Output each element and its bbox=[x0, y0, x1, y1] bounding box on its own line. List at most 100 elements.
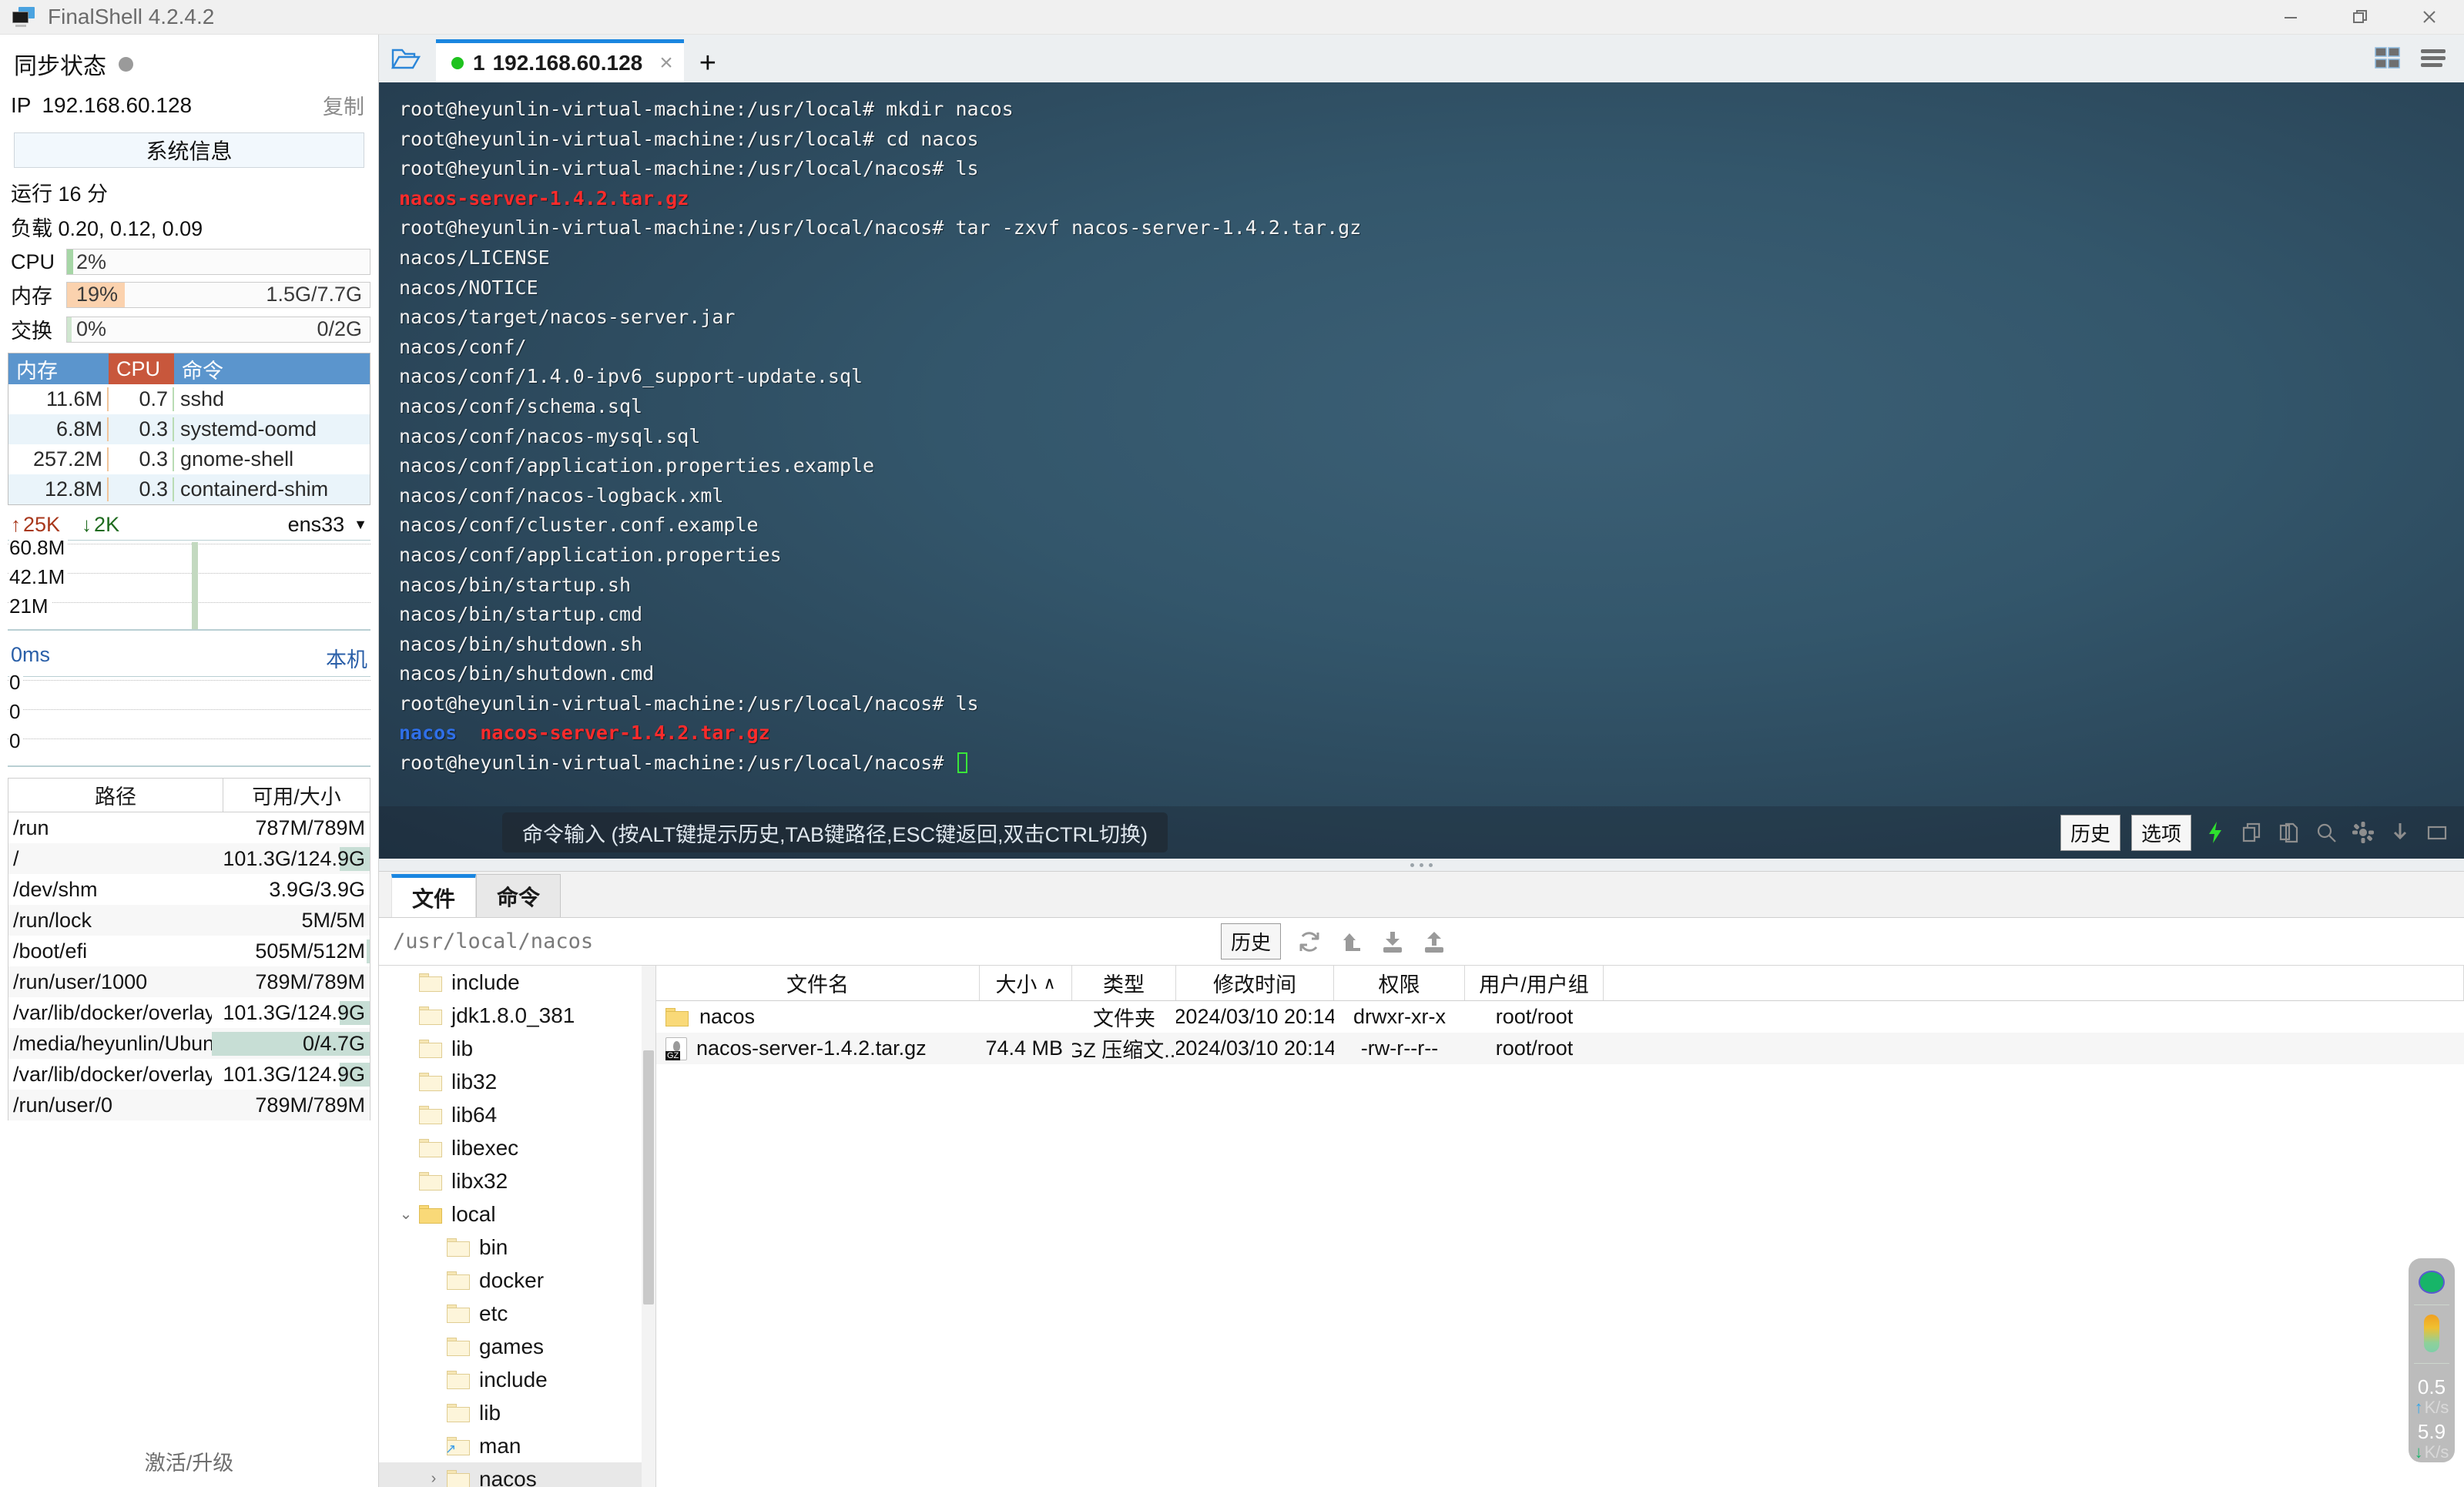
file-row[interactable]: nacos-server-1.4.2.tar.gz74.4 MB GZ 压缩文..… bbox=[656, 1033, 2464, 1064]
upload-file-icon[interactable] bbox=[1421, 929, 1447, 955]
refresh-icon[interactable] bbox=[1296, 929, 1323, 955]
terminal-options-button[interactable]: 选项 bbox=[2130, 814, 2191, 851]
tree-item-docker[interactable]: docker bbox=[379, 1264, 655, 1297]
tree-item-lib[interactable]: lib bbox=[379, 1396, 655, 1429]
terminal-output[interactable]: root@heyunlin-virtual-machine:/usr/local… bbox=[379, 82, 2464, 859]
lightning-icon[interactable] bbox=[2202, 819, 2228, 846]
disk-col-size[interactable]: 可用/大小 bbox=[223, 779, 370, 812]
system-info-button[interactable]: 系统信息 bbox=[14, 132, 364, 168]
tree-item-include[interactable]: include bbox=[379, 966, 655, 999]
search-icon[interactable] bbox=[2313, 819, 2339, 846]
parent-directory-icon[interactable] bbox=[1338, 929, 1364, 955]
meter-amount: 1.5G/7.7G bbox=[266, 283, 362, 306]
chevron-icon[interactable]: › bbox=[421, 1470, 447, 1487]
floating-status-widget[interactable]: 0.5 ↑ K/s 5.9 ↓ K/s bbox=[2409, 1258, 2455, 1462]
panel-splitter[interactable] bbox=[379, 859, 2464, 871]
process-col-cpu[interactable]: CPU bbox=[109, 353, 174, 384]
tree-scrollbar[interactable] bbox=[642, 966, 655, 1487]
command-input[interactable]: 命令输入 (按ALT键提示历史,TAB键路径,ESC键返回,双击CTRL切换) bbox=[502, 812, 1168, 852]
copy-ip-button[interactable]: 复制 bbox=[323, 90, 364, 120]
load-average-label: 负载 0.20, 0.12, 0.09 bbox=[11, 217, 203, 240]
process-row[interactable]: 257.2M 0.3 gnome-shell bbox=[8, 444, 370, 474]
ping-host[interactable]: 本机 bbox=[326, 643, 367, 673]
ping-ylabel-1: 0 bbox=[9, 700, 24, 724]
file-col-size[interactable]: 大小 ∧ bbox=[980, 966, 1072, 1000]
disk-row[interactable]: /run/user/0 789M/789M bbox=[8, 1090, 370, 1120]
current-path[interactable]: /usr/local/nacos bbox=[393, 929, 593, 953]
terminal-tab[interactable]: 1 192.168.60.128 × bbox=[436, 39, 684, 82]
file-row[interactable]: nacos 文件夹 2024/03/10 20:14 drwxr-xr-x root/r… bbox=[656, 1001, 2464, 1033]
tree-item-man[interactable]: ↗ man bbox=[379, 1429, 655, 1462]
folder-icon bbox=[447, 1403, 470, 1422]
tree-item-include[interactable]: include bbox=[379, 1363, 655, 1396]
process-col-mem[interactable]: 内存 bbox=[8, 353, 109, 384]
tree-item-lib64[interactable]: lib64 bbox=[379, 1098, 655, 1131]
restore-icon[interactable] bbox=[2325, 0, 2395, 35]
process-table: 内存 CPU 命令 11.6M 0.7 sshd 6.8M 0.3 systemd-oom… bbox=[8, 353, 370, 505]
terminal-line: root@heyunlin-virtual-machine:/usr/local… bbox=[399, 127, 979, 150]
process-col-cmd[interactable]: 命令 bbox=[174, 353, 370, 384]
tab-commands[interactable]: 命令 bbox=[476, 874, 562, 917]
close-icon[interactable] bbox=[2395, 0, 2464, 35]
chevron-icon[interactable]: ⌄ bbox=[393, 1204, 419, 1224]
minimize-button[interactable] bbox=[2256, 0, 2325, 35]
disk-row[interactable]: /run 787M/789M bbox=[8, 812, 370, 843]
tree-item-label: local bbox=[451, 1201, 496, 1226]
tree-item-lib32[interactable]: lib32 bbox=[379, 1065, 655, 1098]
tree-item-label: libx32 bbox=[451, 1168, 508, 1193]
terminal-line: nacos nacos-server-1.4.2.tar.gz bbox=[399, 722, 770, 745]
tree-item-etc[interactable]: etc bbox=[379, 1297, 655, 1330]
activate-upgrade-link[interactable]: 激活/升级 bbox=[0, 1446, 378, 1476]
disk-path: /var/lib/docker/overlay... bbox=[13, 1062, 212, 1086]
disk-col-path[interactable]: 路径 bbox=[8, 779, 223, 812]
disk-row[interactable]: /run/user/1000 789M/789M bbox=[8, 966, 370, 997]
tree-item-libexec[interactable]: libexec bbox=[379, 1131, 655, 1164]
tree-item-lib[interactable]: lib bbox=[379, 1032, 655, 1065]
open-folder-icon[interactable] bbox=[379, 35, 433, 82]
close-tab-icon[interactable]: × bbox=[659, 50, 673, 76]
directory-tree[interactable]: include jdk1.8.0_381 lib lib32 lib64 libexec l… bbox=[379, 966, 656, 1487]
meter-label: 内存 bbox=[11, 285, 52, 308]
disk-row[interactable]: /boot/efi 505M/512M bbox=[8, 936, 370, 966]
download-file-icon[interactable] bbox=[1380, 929, 1406, 955]
menu-icon[interactable] bbox=[2419, 46, 2447, 75]
gear-icon[interactable] bbox=[2350, 819, 2376, 846]
copy-icon[interactable] bbox=[2239, 819, 2265, 846]
tree-item-label: games bbox=[479, 1334, 545, 1358]
disk-row[interactable]: /var/lib/docker/overlay... 101.3G/124.9G bbox=[8, 1059, 370, 1090]
file-col-type[interactable]: 类型 bbox=[1072, 966, 1176, 1000]
title-bar: FinalShell 4.2.4.2 bbox=[0, 0, 2464, 35]
disk-row[interactable]: / 101.3G/124.9G bbox=[8, 843, 370, 874]
network-interface-selector[interactable]: ens33 ▼ bbox=[288, 513, 367, 537]
paste-icon[interactable] bbox=[2276, 819, 2302, 846]
disk-path: /dev/shm bbox=[13, 877, 98, 901]
file-col-mtime[interactable]: 修改时间 bbox=[1176, 966, 1334, 1000]
tree-item-nacos[interactable]: › nacos bbox=[379, 1462, 655, 1487]
file-col-owner[interactable]: 用户/用户组 bbox=[1465, 966, 1604, 1000]
process-row[interactable]: 6.8M 0.3 systemd-oomd bbox=[8, 414, 370, 444]
file-col-permission[interactable]: 权限 bbox=[1334, 966, 1465, 1000]
tree-item-bin[interactable]: bin bbox=[379, 1231, 655, 1264]
window-icon[interactable] bbox=[2424, 819, 2450, 846]
process-row[interactable]: 12.8M 0.3 containerd-shim bbox=[8, 474, 370, 504]
new-tab-button[interactable]: + bbox=[699, 49, 716, 78]
tree-item-games[interactable]: games bbox=[379, 1330, 655, 1363]
tab-files[interactable]: 文件 bbox=[391, 874, 477, 917]
download-icon[interactable] bbox=[2387, 819, 2413, 846]
process-row[interactable]: 11.6M 0.7 sshd bbox=[8, 384, 370, 414]
file-path-bar: /usr/local/nacos 历史 bbox=[379, 918, 2464, 966]
tree-item-jdk1.8.0_381[interactable]: jdk1.8.0_381 bbox=[379, 999, 655, 1032]
disk-row[interactable]: /run/lock 5M/5M bbox=[8, 905, 370, 936]
file-col-name[interactable]: 文件名 bbox=[656, 966, 980, 1000]
tree-item-libx32[interactable]: libx32 bbox=[379, 1164, 655, 1197]
meter-percent: 0% bbox=[76, 317, 107, 340]
tree-item-local[interactable]: ⌄ local bbox=[379, 1197, 655, 1231]
disk-row[interactable]: /media/heyunlin/Ubuntu 0/4.7G bbox=[8, 1028, 370, 1059]
file-history-button[interactable]: 历史 bbox=[1220, 923, 1281, 960]
disk-row[interactable]: /dev/shm 3.9G/3.9G bbox=[8, 874, 370, 905]
file-owner: root/root bbox=[1495, 1037, 1574, 1060]
disk-row[interactable]: /var/lib/docker/overlay... 101.3G/124.9G bbox=[8, 997, 370, 1028]
disk-size: 101.3G/124.9G bbox=[212, 1000, 370, 1025]
terminal-history-button[interactable]: 历史 bbox=[2060, 814, 2120, 851]
grid-view-icon[interactable] bbox=[2375, 46, 2402, 75]
